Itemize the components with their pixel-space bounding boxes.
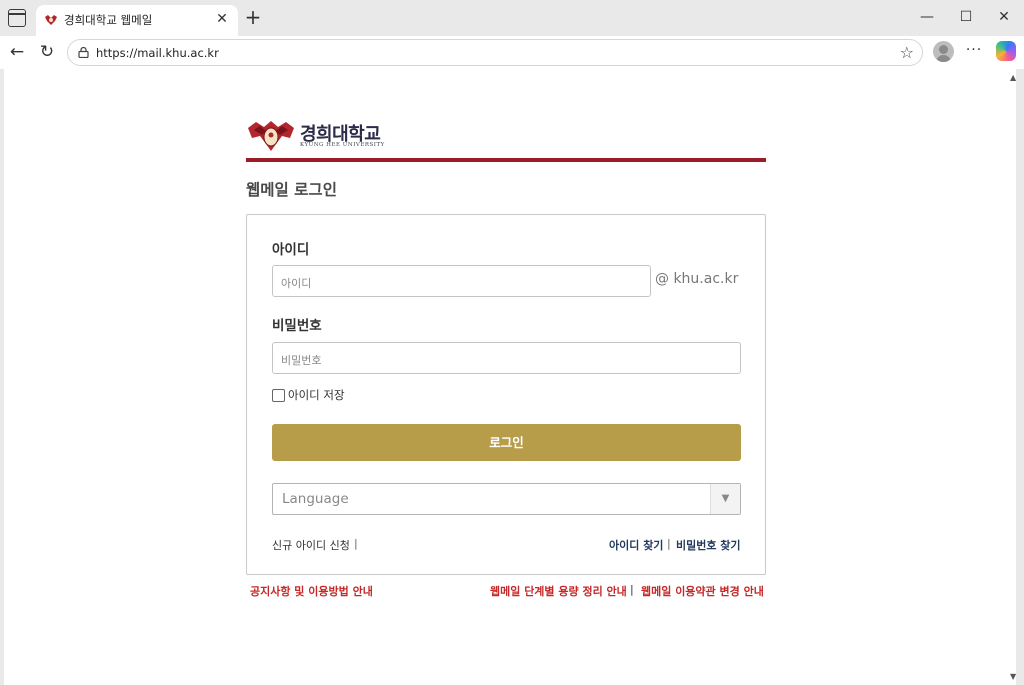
tab-strip: 경희대학교 웹메일 ✕ + — ☐ ✕ [0,0,1024,36]
chevron-down-icon[interactable]: ▼ [710,484,740,514]
new-tab-button[interactable]: + [244,7,262,27]
login-card: 아이디 아이디 @ khu.ac.kr 비밀번호 비밀번호 아이디 저장 로그인… [246,214,766,575]
close-window-button[interactable]: ✕ [995,8,1013,26]
capacity-notice-link[interactable]: 웹메일 단계별 용량 정리 안내 [490,583,627,599]
reload-icon[interactable]: ↻ [37,42,57,62]
scroll-up-arrow-icon[interactable]: ▲ [1010,73,1016,82]
login-button[interactable]: 로그인 [272,424,741,461]
id-input[interactable]: 아이디 [272,265,651,297]
tab-actions-icon[interactable] [8,9,26,27]
header-divider [246,158,766,162]
password-input[interactable]: 비밀번호 [272,342,741,374]
notice-link[interactable]: 공지사항 및 이용방법 안내 [250,583,373,599]
signup-link[interactable]: 신규 아이디 신청 [272,537,350,553]
scroll-down-arrow-icon[interactable]: ▼ [1010,672,1016,681]
favorite-star-icon[interactable]: ☆ [900,43,914,62]
maximize-button[interactable]: ☐ [957,8,975,26]
minimize-button[interactable]: — [918,8,936,26]
language-select-value: Language [282,491,349,507]
close-tab-icon[interactable]: ✕ [214,11,230,27]
more-options-icon[interactable]: ··· [965,42,983,58]
separator: | [354,537,358,550]
profile-avatar-icon[interactable] [933,41,954,62]
browser-toolbar: ← ↻ https://mail.khu.ac.kr ☆ [0,36,1024,69]
email-domain: @ khu.ac.kr [655,271,739,287]
tab-title: 경희대학교 웹메일 [64,13,153,27]
back-icon[interactable]: ← [7,42,27,62]
language-select[interactable]: Language ▼ [272,483,741,515]
find-id-link[interactable]: 아이디 찾기 [609,537,663,553]
university-emblem-icon [45,15,57,25]
save-id-checkbox[interactable] [272,389,285,402]
university-emblem-icon [248,121,294,151]
university-logo: 경희대학교 KYUNG HEE UNIVERSITY [246,118,386,154]
terms-notice-link[interactable]: 웹메일 이용약관 변경 안내 [641,583,764,599]
save-id-label[interactable]: 아이디 저장 [288,387,345,403]
find-password-link[interactable]: 비밀번호 찾기 [676,537,741,553]
separator: | [630,583,634,596]
logo-name-english: KYUNG HEE UNIVERSITY [300,142,385,148]
url-text[interactable]: https://mail.khu.ac.kr [96,46,219,60]
copilot-icon[interactable] [996,41,1016,61]
address-bar[interactable]: https://mail.khu.ac.kr ☆ [67,39,923,66]
separator: | [667,537,671,550]
id-label: 아이디 [272,242,310,258]
browser-tab[interactable]: 경희대학교 웹메일 ✕ [36,5,238,36]
lock-icon[interactable] [78,47,89,58]
page-title: 웹메일 로그인 [246,181,337,199]
password-label: 비밀번호 [272,318,322,334]
browser-window: 경희대학교 웹메일 ✕ + — ☐ ✕ ← ↻ https://mail.khu… [0,0,1024,685]
